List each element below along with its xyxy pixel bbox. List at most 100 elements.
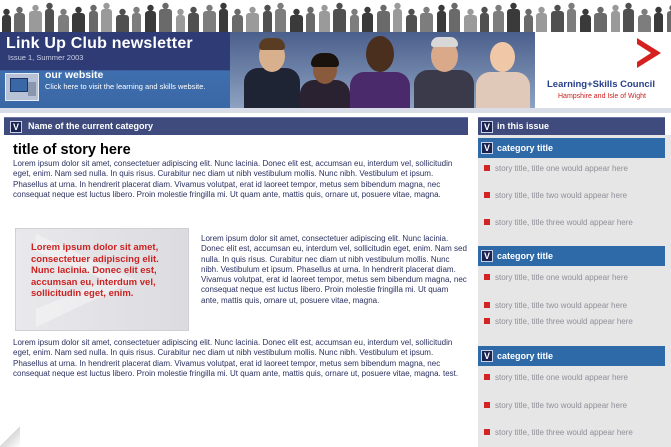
person-photo [414,36,474,108]
page-curl-decoration [0,425,20,447]
square-bullet-icon [484,373,490,380]
person-silhouette [219,9,228,32]
story-paragraph: Lorem ipsum dolor sit amet, consectetuer… [201,234,467,305]
person-silhouette-head [394,2,401,10]
council-logo-panel: Learning+Skills Council Hampshire and Is… [535,32,671,108]
person-silhouette-head [641,8,648,16]
header-brand-panel: Link Up Club newsletter Issue 1, Summer … [0,32,230,108]
pull-quote-text: Lorem ipsum dolor sit amet, consectetuer… [31,242,159,299]
person-silhouette [45,9,54,32]
person-silhouette [188,13,199,32]
person-silhouette-head [90,4,97,12]
sidebar-category-header[interactable]: V category title [478,246,665,266]
v-badge-icon: V [481,121,493,133]
sidebar-category-header[interactable]: V category title [478,138,665,158]
person-silhouette [580,15,591,32]
person-photo [350,34,410,108]
person-silhouette-head [147,4,154,12]
person-silhouette [393,9,402,32]
person-silhouette [72,13,85,32]
sidebar-category-title[interactable]: category title [497,143,553,153]
person-silhouette-head [234,8,241,16]
current-category-label: Name of the current category [28,121,154,131]
person-silhouette-head [3,8,10,16]
sidebar-story-link[interactable]: story title, title one would appear here [484,373,628,382]
header-divider [0,108,671,113]
person-silhouette [437,11,446,32]
sidebar-story-link[interactable]: story title, title one would appear here [484,273,628,282]
person-silhouette-head [655,6,662,14]
person-silhouette-head [307,6,314,14]
website-link[interactable]: our website Click here to visit the lear… [0,68,230,108]
person-silhouette [536,13,547,32]
sidebar-category-title[interactable]: category title [497,351,553,361]
person-silhouette-head [133,6,140,14]
person-silhouette-head [625,2,632,10]
person-silhouette [493,11,504,32]
council-name: Learning+Skills Council [547,79,655,90]
person-silhouette-head [438,4,445,12]
person-silhouette-head [467,8,474,16]
person-silhouette-head [568,2,575,10]
person-silhouette [623,9,634,32]
square-bullet-icon [484,164,490,171]
person-silhouette [449,9,460,32]
person-silhouette-head [582,8,589,16]
person-silhouette-head [612,4,619,12]
council-region: Hampshire and Isle of Wight [558,93,646,100]
person-silhouette [667,11,671,32]
sidebar-story-link[interactable]: story title, title two would appear here [484,191,627,200]
person-silhouette-head [423,6,430,14]
person-silhouette-head [597,6,604,14]
square-bullet-icon [484,301,490,308]
sidebar-story-link[interactable]: story title, title three would appear he… [484,428,633,437]
person-silhouette-head [119,8,126,16]
person-silhouette [333,9,346,32]
person-silhouette [101,9,112,32]
person-silhouette-head [380,4,387,12]
newsletter-title: Link Up Club newsletter [6,35,193,52]
square-bullet-icon [484,191,490,198]
v-badge-icon: V [10,121,22,133]
person-silhouette-head [408,8,415,16]
person-silhouette [306,13,315,32]
person-silhouette-head [190,6,197,14]
person-silhouette-head [321,4,328,12]
person-silhouette-head [46,2,53,10]
website-link-title[interactable]: our website [45,69,103,81]
person-silhouette [594,13,607,32]
person-silhouette-head [510,2,517,10]
person-silhouette-head [451,2,458,10]
sidebar-story-link[interactable]: story title, title one would appear here [484,164,628,173]
pull-quote-box: Lorem ipsum dolor sit amet, consectetuer… [15,228,189,331]
square-bullet-icon [484,317,490,324]
person-silhouette [159,9,172,32]
person-silhouette [524,15,533,32]
person-silhouette [29,11,42,32]
person-silhouette [377,11,390,32]
person-silhouette [551,11,564,32]
person-photo [300,52,350,108]
sidebar-story-link[interactable]: story title, title two would appear here [484,401,627,410]
square-bullet-icon [484,401,490,408]
person-silhouette [638,15,651,32]
person-silhouette [145,11,156,32]
person-silhouette-head [351,8,358,16]
person-silhouette [350,15,359,32]
sidebar-story-link[interactable]: story title, title three would appear he… [484,218,633,227]
person-silhouette-head [162,2,169,10]
person-silhouette [2,15,11,32]
story-paragraph: Lorem ipsum dolor sit amet, consectetuer… [13,159,453,199]
person-silhouette [420,13,433,32]
sidebar-category-title[interactable]: category title [497,251,553,261]
person-silhouette-head [249,6,256,14]
person-silhouette [507,9,520,32]
person-silhouette [203,11,216,32]
person-silhouette-head [554,4,561,12]
sidebar-story-link[interactable]: story title, title three would appear he… [484,317,633,326]
sidebar-story-link[interactable]: story title, title two would appear here [484,301,627,310]
in-this-issue-header: V in this issue [478,117,665,135]
sidebar-category-header[interactable]: V category title [478,346,665,366]
website-link-text[interactable]: Click here to visit the learning and ski… [45,82,225,92]
person-silhouette [14,13,25,32]
